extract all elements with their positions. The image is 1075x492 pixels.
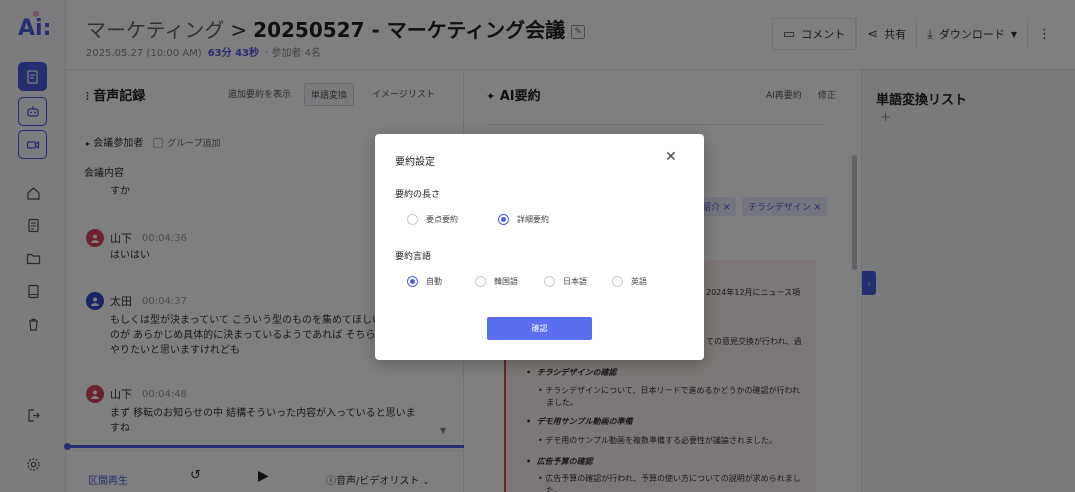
radio-label: 詳細要約 — [517, 215, 549, 224]
length-option-brief[interactable]: 要点要約 — [407, 214, 458, 225]
confirm-button[interactable]: 確認 — [487, 317, 592, 340]
radio-button[interactable] — [612, 276, 623, 287]
radio-button[interactable] — [475, 276, 486, 287]
close-icon[interactable]: ✕ — [665, 149, 677, 165]
language-option-auto[interactable]: 自動 — [407, 276, 442, 287]
radio-label: 韓国語 — [494, 277, 518, 286]
language-section-label: 要約言語 — [395, 252, 432, 262]
radio-label: 自動 — [426, 277, 442, 286]
radio-label: 英語 — [631, 277, 647, 286]
language-option-english[interactable]: 英語 — [612, 276, 647, 287]
radio-button[interactable] — [407, 214, 418, 225]
radio-label: 日本語 — [563, 277, 587, 286]
length-section-label: 要約の長さ — [395, 190, 441, 200]
length-option-detailed[interactable]: 詳細要約 — [498, 214, 549, 225]
radio-label: 要点要約 — [426, 215, 458, 224]
radio-button[interactable] — [407, 276, 418, 287]
summary-settings-dialog: 要約設定 ✕ 要約の長さ 要点要約 詳細要約 要約言語 自動 韓国語 日本語 英… — [375, 134, 704, 360]
language-option-japanese[interactable]: 日本語 — [544, 276, 587, 287]
language-option-korean[interactable]: 韓国語 — [475, 276, 518, 287]
radio-button[interactable] — [544, 276, 555, 287]
dialog-title: 要約設定 — [395, 157, 435, 168]
radio-button[interactable] — [498, 214, 509, 225]
